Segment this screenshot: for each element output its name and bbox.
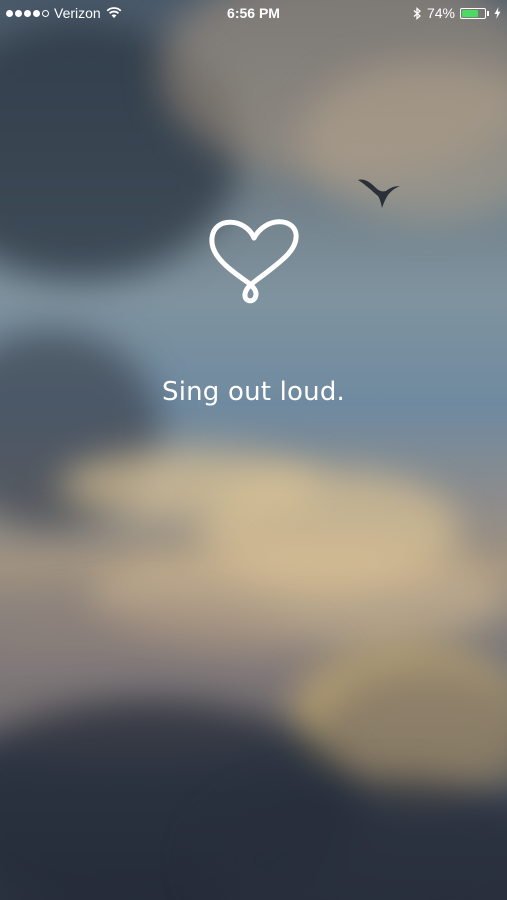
heart-logo-icon: [209, 219, 299, 304]
charging-bolt-icon: [494, 7, 501, 19]
tagline: Sing out loud.: [162, 377, 345, 407]
battery-icon: [460, 7, 486, 19]
battery-percent: 74%: [426, 5, 455, 21]
bird-silhouette: [358, 179, 400, 208]
status-bar: Verizon 6:56 PM 74%: [0, 0, 507, 26]
battery-level: [462, 9, 478, 17]
splash-screen: Verizon 6:56 PM 74% Sing out loud.: [0, 0, 507, 900]
status-right: 74%: [413, 5, 501, 21]
bluetooth-icon: [413, 6, 421, 20]
battery-tip: [487, 10, 489, 16]
